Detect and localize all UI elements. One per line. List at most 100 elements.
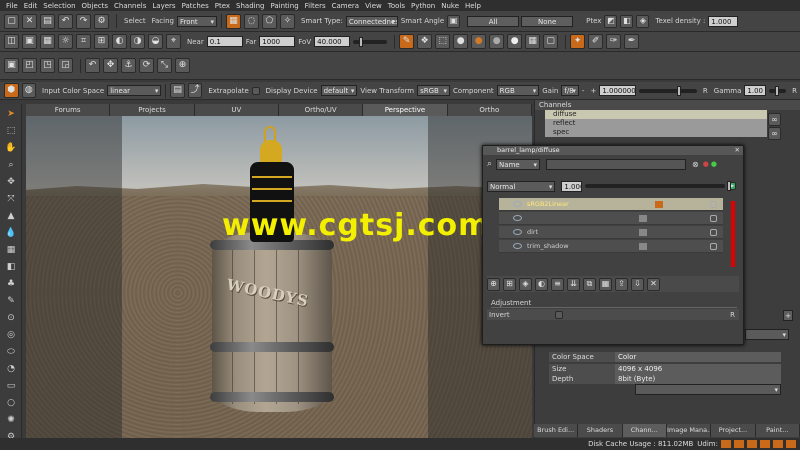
layer-window-title[interactable]: barrel_lamp/diffuse ✕ (483, 146, 743, 155)
color-space-dropdown[interactable]: Color (615, 352, 781, 362)
merge-icon[interactable]: ⇊ (567, 277, 580, 291)
fov-input[interactable]: 40.000 (314, 36, 351, 47)
visibility-eye-icon[interactable] (513, 243, 522, 249)
red-dot-icon[interactable]: ● (703, 160, 709, 168)
tab-ortho-uv[interactable]: Ortho/UV (278, 104, 364, 116)
curve-icon[interactable]: ⤴ (187, 83, 203, 98)
gamma-input[interactable]: 1.00 (744, 85, 766, 96)
circle-icon[interactable]: ◎ (4, 328, 18, 342)
cube-icon[interactable]: ▣ (4, 58, 19, 73)
view-uv-icon[interactable]: ▦ (40, 34, 55, 49)
tab-projects[interactable]: Projects (110, 104, 195, 116)
layer-row[interactable]: sRGB2Linear (499, 198, 723, 211)
far-input[interactable]: 1000 (259, 36, 296, 47)
layer-row[interactable] (499, 212, 723, 225)
ring-icon[interactable]: ○ (4, 396, 18, 410)
tab-project[interactable]: Project... (711, 424, 756, 437)
view-front-icon[interactable]: ◫ (4, 34, 19, 49)
viewport-perspective[interactable]: WOODYS www.cgtsj.com (26, 116, 532, 438)
rotate-undo-icon[interactable]: ↶ (85, 58, 100, 73)
smart-type-dropdown[interactable]: Connectedness (345, 15, 398, 27)
gain-input[interactable]: 1.000000 (599, 85, 637, 96)
slider-knob[interactable] (774, 85, 779, 96)
channel-link-icon[interactable]: ∞ (768, 127, 781, 140)
gain-dropdown[interactable]: f/8 (561, 85, 579, 96)
smart-angle-icon[interactable]: ▣ (447, 14, 461, 28)
menu-selection[interactable]: Selection (43, 2, 75, 10)
transform-icon[interactable]: ⤧ (4, 192, 18, 206)
zoom-icon[interactable]: ⌕ (4, 158, 18, 172)
visibility-eye-icon[interactable] (513, 215, 522, 221)
lock-icon[interactable] (710, 215, 717, 222)
menu-help[interactable]: Help (465, 2, 481, 10)
paint-bucket-icon[interactable]: ▲ (4, 209, 18, 223)
paint-icon[interactable]: ✎ (399, 34, 415, 49)
select-arrow-icon[interactable]: ➤ (4, 107, 18, 121)
view-camera-icon[interactable]: ⌖ (166, 34, 181, 49)
status-view-icon[interactable] (773, 440, 783, 448)
rotate-icon[interactable]: ⟳ (139, 58, 154, 73)
tab-uv[interactable]: UV (194, 104, 279, 116)
select-rect-icon[interactable]: ▦ (225, 13, 241, 29)
close-file-icon[interactable]: ✕ (22, 13, 37, 29)
layer-row[interactable]: dirt (499, 226, 723, 239)
poly-select-icon[interactable]: ⬠ (261, 13, 277, 29)
export-icon[interactable]: ⇪ (615, 277, 628, 291)
add-adjustment-icon[interactable]: ◈ (519, 277, 532, 291)
status-paint-icon[interactable] (721, 440, 731, 448)
marquee-icon[interactable]: ⬚ (4, 124, 18, 138)
menu-tools[interactable]: Tools (388, 2, 405, 10)
view-transform-dropdown[interactable]: sRGB (417, 85, 451, 96)
gain-reset[interactable]: R (703, 87, 708, 95)
new-icon[interactable]: ▢ (4, 13, 19, 29)
panel-add-button[interactable]: + (783, 310, 793, 321)
drop-icon[interactable]: 💧 (4, 226, 18, 240)
hand-icon[interactable]: ✋ (4, 141, 18, 155)
display-device-dropdown[interactable]: default (320, 85, 358, 96)
sphere-white-icon[interactable]: ● (507, 34, 523, 49)
lock-icon[interactable] (710, 201, 717, 208)
channel-item-diffuse[interactable]: diffuse (545, 110, 767, 119)
layer-menu-icon[interactable]: ≡ (551, 277, 564, 291)
lut-icon[interactable]: ▤ (170, 83, 185, 98)
menu-ptex[interactable]: Ptex (215, 2, 230, 10)
tab-ortho[interactable]: Ortho (447, 104, 532, 116)
settings-icon[interactable]: ⚙ (94, 13, 109, 29)
magic-select-icon[interactable]: ✧ (279, 13, 295, 29)
component-dropdown[interactable]: RGB (496, 85, 540, 96)
visibility-eye-icon[interactable] (513, 201, 522, 207)
cube-show-icon[interactable]: ◲ (58, 58, 73, 73)
select-none-button[interactable]: None (521, 15, 574, 27)
menu-edit[interactable]: Edit (24, 2, 38, 10)
eraser-icon[interactable]: ✐ (588, 34, 604, 49)
opacity-input[interactable]: 1.000 (561, 180, 583, 192)
move-icon[interactable]: ✥ (103, 58, 118, 73)
sphere-orange-icon[interactable]: ● (471, 34, 487, 49)
view-flat-icon[interactable]: ◑ (130, 34, 145, 49)
add-layer-icon[interactable]: ⊕ (487, 277, 500, 291)
scale-icon[interactable]: ⤡ (157, 58, 172, 73)
undo-icon[interactable]: ↶ (58, 13, 73, 29)
import-icon[interactable]: ⇩ (631, 277, 644, 291)
tab-forums[interactable]: Forums (26, 104, 111, 116)
target-icon[interactable]: ⊙ (4, 311, 18, 325)
smear-icon[interactable]: ✒ (624, 34, 640, 49)
blur-icon[interactable]: ◔ (4, 362, 18, 376)
gradient-icon[interactable]: ▭ (4, 379, 18, 393)
menu-painting[interactable]: Painting (270, 2, 298, 10)
gamma-reset[interactable]: R (792, 87, 797, 95)
layer-scrollbar[interactable] (731, 201, 735, 267)
status-stamp-icon[interactable] (747, 440, 757, 448)
move-tool-icon[interactable]: ✥ (4, 175, 18, 189)
fill-icon[interactable]: ▦ (599, 277, 612, 291)
frame-icon[interactable]: ▢ (543, 34, 559, 49)
lock-icon[interactable] (710, 243, 717, 250)
panel-dropdown[interactable] (745, 329, 789, 340)
menu-file[interactable]: File (6, 2, 18, 10)
view-wire-icon[interactable]: ⌗ (76, 34, 91, 49)
save-icon[interactable]: ▤ (40, 13, 55, 29)
tab-shaders[interactable]: Shaders (578, 424, 623, 437)
fov-slider[interactable] (353, 36, 388, 47)
status-brush-icon[interactable] (734, 440, 744, 448)
cube-tool-icon[interactable]: ◧ (4, 260, 18, 274)
